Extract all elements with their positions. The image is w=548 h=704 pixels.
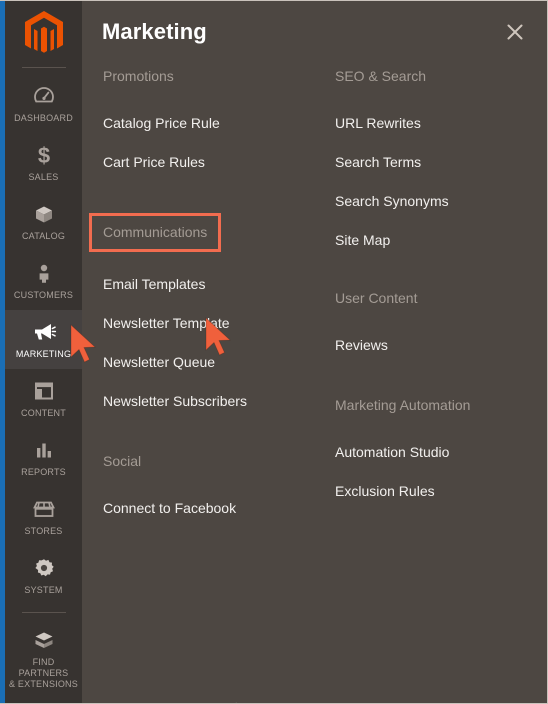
- megaphone-icon: [7, 320, 80, 346]
- sidebar-item-content[interactable]: CONTENT: [5, 369, 82, 428]
- sidebar-item-reports[interactable]: REPORTS: [5, 428, 82, 487]
- menu-link-email-templates[interactable]: Email Templates: [103, 275, 314, 293]
- menu-group-title: User Content: [335, 290, 418, 306]
- menu-group-social: Social Connect to Facebook: [103, 452, 314, 517]
- marketing-flyout-panel: Marketing Promotions Catalog Price Rule …: [82, 1, 547, 703]
- sidebar-item-label: SALES: [28, 172, 59, 182]
- sidebar-item-label: REPORTS: [21, 467, 66, 477]
- menu-group-promotions: Promotions Catalog Price Rule Cart Price…: [103, 67, 314, 171]
- close-button[interactable]: [500, 17, 530, 47]
- menu-link-url-rewrites[interactable]: URL Rewrites: [335, 114, 546, 132]
- menu-group-seo-search: SEO & Search URL Rewrites Search Terms S…: [335, 67, 546, 249]
- menu-group-title-highlighted: Communications: [89, 213, 222, 252]
- sidebar-item-stores[interactable]: STORES: [5, 487, 82, 546]
- sidebar-item-system[interactable]: SYSTEM: [5, 546, 82, 605]
- sidebar-item-label: CATALOG: [21, 231, 66, 241]
- close-icon: [507, 24, 523, 40]
- sidebar-item-label: SYSTEM: [24, 585, 63, 595]
- menu-link-exclusion-rules[interactable]: Exclusion Rules: [335, 482, 546, 500]
- sidebar-item-label: FIND PARTNERS & EXTENSIONS: [9, 657, 78, 689]
- menu-column-left: Promotions Catalog Price Rule Cart Price…: [82, 67, 314, 517]
- sidebar-item-catalog[interactable]: CATALOG: [5, 192, 82, 251]
- menu-columns: Promotions Catalog Price Rule Cart Price…: [82, 67, 547, 517]
- sidebar-item-label: CUSTOMERS: [13, 290, 74, 300]
- menu-link-connect-to-facebook[interactable]: Connect to Facebook: [103, 499, 314, 517]
- dashboard-gauge-icon: [7, 84, 80, 110]
- magento-admin-screen: DASHBOARD $ SALES CATALOG CUSTOMERS MARK…: [0, 0, 548, 704]
- sidebar-divider: [21, 612, 66, 613]
- magento-logo[interactable]: [5, 1, 82, 67]
- admin-sidebar: DASHBOARD $ SALES CATALOG CUSTOMERS MARK…: [5, 1, 82, 703]
- sidebar-item-label: CONTENT: [21, 408, 66, 418]
- sidebar-item-label: MARKETING: [15, 349, 72, 359]
- logo-divider: [21, 67, 66, 68]
- page-title: Marketing: [102, 19, 207, 44]
- sidebar-item-dashboard[interactable]: DASHBOARD: [5, 74, 82, 133]
- menu-group-marketing-automation: Marketing Automation Automation Studio E…: [335, 396, 546, 500]
- menu-link-site-map[interactable]: Site Map: [335, 231, 546, 249]
- menu-link-catalog-price-rule[interactable]: Catalog Price Rule: [103, 114, 314, 132]
- sidebar-item-customers[interactable]: CUSTOMERS: [5, 251, 82, 310]
- svg-text:$: $: [37, 143, 49, 167]
- panel-header: Marketing: [82, 1, 547, 67]
- menu-group-title: Promotions: [103, 68, 174, 84]
- sidebar-item-sales[interactable]: $ SALES: [5, 133, 82, 192]
- sidebar-item-label: DASHBOARD: [14, 113, 73, 123]
- menu-link-automation-studio[interactable]: Automation Studio: [335, 443, 546, 461]
- layout-page-icon: [7, 379, 80, 405]
- extension-box-icon: [7, 628, 80, 654]
- menu-link-search-terms[interactable]: Search Terms: [335, 153, 546, 171]
- menu-group-user-content: User Content Reviews: [335, 289, 546, 354]
- clipped-footer-text: Automation Reports: [185, 700, 304, 703]
- sidebar-item-label: STORES: [24, 526, 63, 536]
- gear-icon: [7, 556, 80, 582]
- box-icon: [7, 202, 80, 228]
- menu-link-newsletter-queue[interactable]: Newsletter Queue: [103, 353, 314, 371]
- menu-link-newsletter-subscribers[interactable]: Newsletter Subscribers: [103, 392, 314, 410]
- menu-group-communications: Communications Email Templates Newslette…: [89, 213, 314, 410]
- person-icon: [7, 261, 80, 287]
- menu-link-search-synonyms[interactable]: Search Synonyms: [335, 192, 546, 210]
- menu-link-reviews[interactable]: Reviews: [335, 336, 546, 354]
- menu-column-right: SEO & Search URL Rewrites Search Terms S…: [314, 67, 546, 517]
- menu-group-title: Social: [103, 453, 142, 469]
- accent-rail: [0, 1, 5, 703]
- sidebar-item-marketing[interactable]: MARKETING: [5, 310, 82, 369]
- menu-link-cart-price-rules[interactable]: Cart Price Rules: [103, 153, 314, 171]
- bar-chart-icon: [7, 438, 80, 464]
- storefront-icon: [7, 497, 80, 523]
- menu-group-title: SEO & Search: [335, 68, 427, 84]
- menu-group-title: Marketing Automation: [335, 397, 471, 413]
- sidebar-item-find-partners-extensions[interactable]: FIND PARTNERS & EXTENSIONS: [5, 618, 82, 699]
- dollar-sign-icon: $: [7, 143, 80, 169]
- menu-link-newsletter-template[interactable]: Newsletter Template: [103, 314, 314, 332]
